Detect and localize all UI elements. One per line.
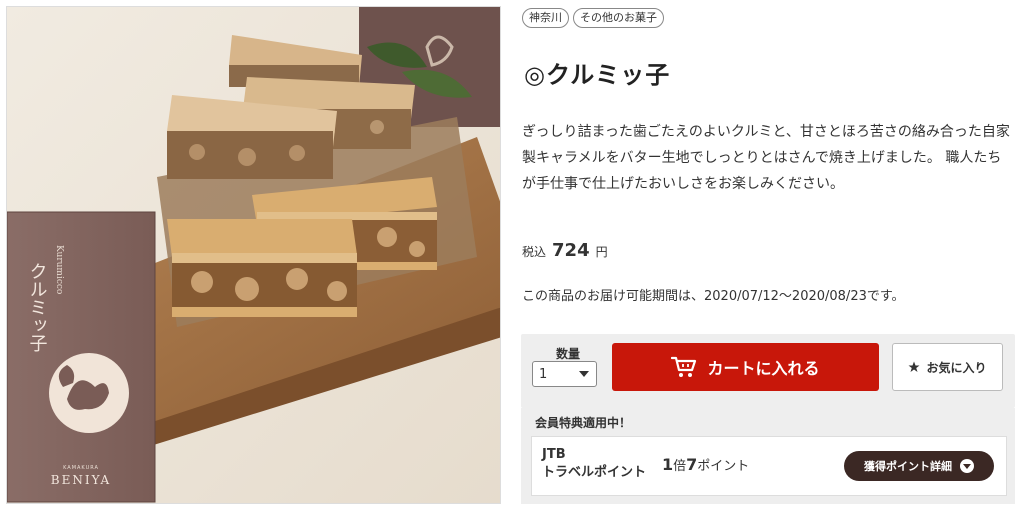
product-image: クルミッ子 Kurumicco KAMAKURA BENIYA [6, 6, 501, 504]
member-benefit-label: 会員特典適用中！ [535, 416, 632, 430]
cart-icon [671, 356, 697, 377]
package-title: クルミッ子 [27, 262, 48, 352]
star-icon [908, 361, 920, 372]
points-rate: 1 倍 7 ポイント [662, 455, 749, 474]
add-to-cart-button[interactable]: カートに入れる [612, 343, 879, 391]
chevron-down-icon [960, 459, 974, 473]
product-description: ぎっしり詰まった歯ごたえのよいクルミと、甘さとほろ苦さの絡み合った自家製キャラメ… [522, 124, 1010, 192]
package-brand-top: KAMAKURA [63, 465, 99, 471]
favorite-label: お気に入り [926, 360, 987, 375]
quantity-select[interactable]: 1 [532, 361, 597, 387]
points-multiplier-unit: 倍 [673, 459, 687, 474]
add-to-cart-label: カートに入れる [707, 359, 820, 378]
points-brand-line1: JTB [542, 447, 566, 462]
points-box: JTB トラベルポイント 1 倍 7 ポイント 獲得ポイント詳細 [531, 436, 1007, 496]
cart-panel: 数量 1 カートに入れる お気に入り [521, 334, 1015, 408]
product-photo: クルミッ子 Kurumicco KAMAKURA BENIYA [7, 7, 500, 503]
tag-prefecture[interactable]: 神奈川 [522, 8, 569, 28]
points-details-button[interactable]: 獲得ポイント詳細 [844, 451, 994, 481]
points-program: JTB トラベルポイント [542, 446, 646, 482]
price: 税込 724 円 [522, 240, 608, 261]
product-title: ◎クルミッ子 [524, 61, 671, 89]
package-brand: BENIYA [51, 473, 111, 487]
member-benefit-panel: 会員特典適用中！ JTB トラベルポイント 1 倍 7 ポイント 獲得ポイント詳… [521, 408, 1015, 504]
chevron-down-icon [579, 371, 589, 377]
quantity-label: 数量 [556, 347, 581, 361]
favorite-button[interactable]: お気に入り [892, 343, 1003, 391]
points-amount-unit: ポイント [697, 459, 750, 474]
points-brand-line2: トラベルポイント [542, 465, 647, 480]
package-subtitle: Kurumicco [54, 245, 64, 294]
points-amount: 7 [686, 455, 698, 474]
tag-category[interactable]: その他のお菓子 [573, 8, 664, 28]
points-multiplier: 1 [662, 455, 674, 474]
price-value: 724 [552, 240, 590, 261]
quantity-value: 1 [539, 366, 548, 382]
product-info: 神奈川 その他のお菓子 ◎クルミッ子 ぎっしり詰まった歯ごたえのよいクルミと、甘… [520, 0, 1016, 511]
price-unit: 円 [595, 245, 608, 259]
tag-list: 神奈川 その他のお菓子 [522, 8, 664, 28]
price-tax-label: 税込 [522, 245, 547, 259]
points-details-label: 獲得ポイント詳細 [864, 460, 952, 473]
delivery-period: この商品のお届け可能期間は、2020/07/12～2020/08/23です。 [522, 289, 905, 304]
